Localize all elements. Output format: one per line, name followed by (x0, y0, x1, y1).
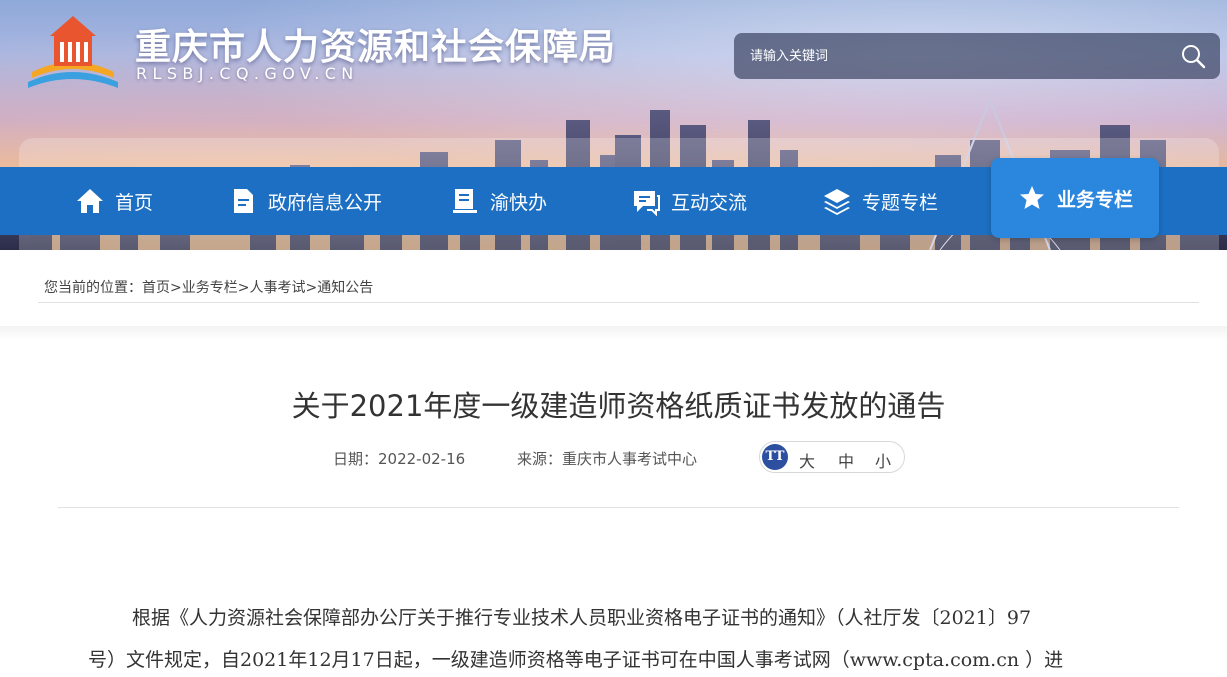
breadcrumb-divider (38, 302, 1199, 303)
document-icon (234, 189, 253, 213)
nav-item-label: 首页 (115, 191, 154, 214)
layers-icon (824, 189, 850, 215)
breadcrumb-separator: > (237, 280, 250, 296)
article-date: 日期：2022-02-16 (333, 450, 466, 468)
article-paragraph-line: 根据《人力资源社会保障部办公厅关于推行专业技术人员职业资格电子证书的通知》（人社… (132, 607, 1032, 629)
star-icon (1019, 186, 1044, 209)
nav-item-home[interactable]: 首页 (75, 167, 153, 235)
breadcrumb-link-notice[interactable]: 通知公告 (317, 280, 373, 296)
breadcrumb-link-home[interactable]: 首页 (142, 280, 170, 296)
home-icon (77, 189, 103, 213)
font-size-icon: TT (762, 444, 788, 470)
search-box (734, 33, 1220, 79)
nav-item-label: 政府信息公开 (268, 191, 383, 214)
book-icon (453, 189, 477, 213)
font-size-large-button[interactable]: 大 (799, 448, 815, 472)
article-source: 来源：重庆市人事考试中心 (517, 450, 698, 468)
nav-item-label: 互动交流 (671, 191, 748, 214)
font-size-small-button[interactable]: 小 (875, 448, 891, 472)
font-size-medium-button[interactable]: 中 (838, 448, 854, 472)
nav-item-interaction[interactable]: 互动交流 (631, 167, 747, 235)
nav-item-label: 业务专栏 (1056, 188, 1133, 211)
nav-item-special-topics[interactable]: 专题专栏 (822, 167, 938, 235)
breadcrumb-separator: > (305, 280, 318, 296)
breadcrumb-link-business[interactable]: 业务专栏 (182, 280, 238, 296)
nav-item-business[interactable]: 业务专栏 (991, 158, 1159, 238)
site-title[interactable]: 重庆市人力资源和社会保障局 (135, 18, 616, 70)
breadcrumb-link-exam[interactable]: 人事考试 (249, 280, 305, 296)
chat-icon (634, 191, 660, 216)
government-building-logo (28, 16, 118, 88)
nav-item-gov-info[interactable]: 政府信息公开 (228, 167, 382, 235)
breadcrumb-area: 您当前的位置：首页>业务专栏>人事考试>通知公告 (0, 250, 1227, 326)
site-domain: RLSBJ.CQ.GOV.CN (136, 64, 359, 83)
breadcrumb-separator: > (170, 280, 182, 296)
article-title: 关于2021年度一级建造师资格纸质证书发放的通告 (291, 389, 946, 423)
section-gap (0, 326, 1227, 340)
nav-item-yukuaiban[interactable]: 渝快办 (450, 167, 547, 235)
main-nav: 首页 政府信息公开 渝快办 互动交流 专题专栏 业务专栏 (0, 158, 1227, 238)
article-paragraph-line: 号）文件规定，自2021年12月17日起，一级建造师资格等电子证书可在中国人事考… (88, 649, 1064, 671)
breadcrumb: 您当前的位置：首页>业务专栏>人事考试>通知公告 (44, 277, 373, 297)
nav-item-label: 渝快办 (490, 191, 548, 214)
nav-item-label: 专题专栏 (862, 191, 939, 214)
font-size-control: TT 大 中 小 (759, 441, 905, 473)
search-input[interactable] (734, 33, 1154, 79)
article-divider (58, 507, 1179, 508)
search-icon[interactable] (1180, 43, 1206, 69)
breadcrumb-prefix: 您当前的位置： (44, 280, 142, 296)
